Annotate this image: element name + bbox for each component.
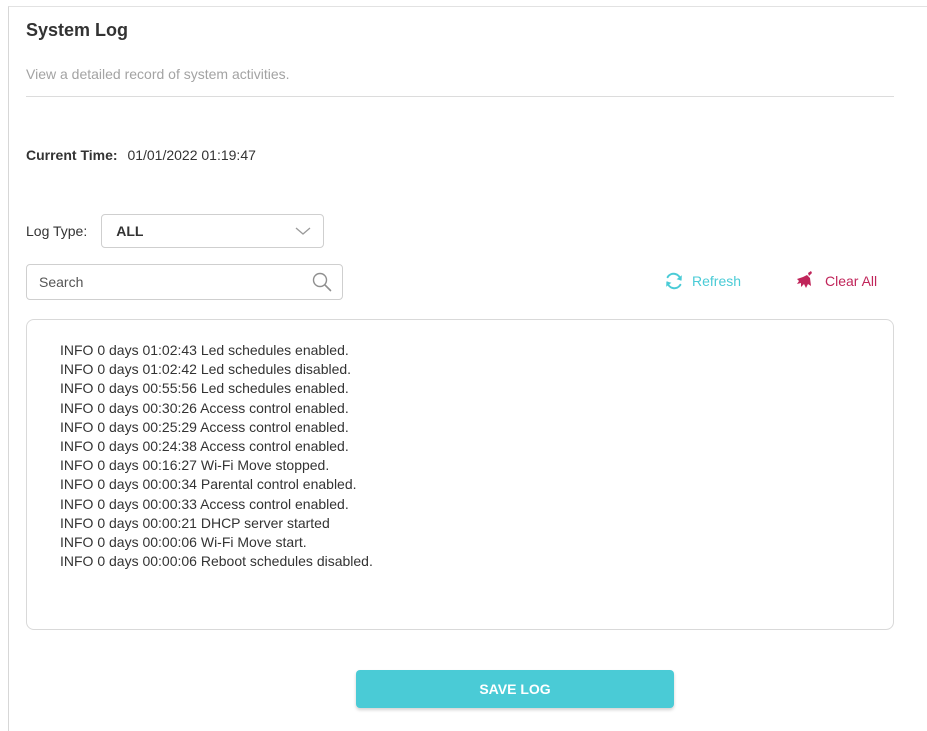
log-entry: INFO 0 days 00:00:06 Wi-Fi Move start. — [60, 534, 307, 551]
refresh-button[interactable]: Refresh — [664, 270, 741, 292]
header-divider — [26, 96, 894, 97]
log-type-row: Log Type: ALL — [26, 213, 325, 249]
log-entry: INFO 0 days 00:30:26 Access control enab… — [60, 399, 349, 416]
clear-all-label: Clear All — [825, 273, 878, 289]
log-entry: INFO 0 days 00:00:21 DHCP server started — [60, 514, 330, 531]
page-title: System Log — [26, 20, 129, 40]
log-entry: INFO 0 days 00:24:38 Access control enab… — [60, 438, 349, 455]
log-entry: INFO 0 days 00:25:29 Access control enab… — [60, 418, 349, 435]
refresh-label: Refresh — [692, 273, 742, 289]
clear-all-button[interactable]: Clear All — [795, 270, 877, 292]
log-entry: INFO 0 days 00:55:56 Led schedules enabl… — [60, 380, 349, 397]
log-entry: INFO 0 days 00:00:33 Access control enab… — [60, 495, 349, 512]
search-input[interactable] — [39, 274, 289, 290]
current-time-label: Current Time: — [26, 147, 118, 163]
log-type-selected-value: ALL — [116, 223, 144, 239]
broom-icon — [795, 270, 817, 292]
current-time-row: Current Time: 01/01/2022 01:19:47 — [26, 147, 256, 163]
current-time-value: 01/01/2022 01:19:47 — [127, 147, 256, 163]
chevron-down-icon — [295, 223, 311, 239]
search-box — [26, 264, 343, 300]
save-log-button[interactable]: SAVE LOG — [356, 670, 674, 708]
log-entry: INFO 0 days 00:16:27 Wi-Fi Move stopped. — [60, 457, 330, 474]
search-icon[interactable] — [312, 272, 332, 292]
log-list[interactable]: INFO 0 days 01:02:43 Led schedules enabl… — [26, 319, 894, 630]
log-entry: INFO 0 days 00:00:34 Parental control en… — [60, 476, 357, 493]
refresh-icon — [664, 272, 684, 290]
page-subtitle: View a detailed record of system activit… — [26, 66, 290, 82]
log-entry: INFO 0 days 00:00:06 Reboot schedules di… — [60, 553, 373, 570]
log-entry: INFO 0 days 01:02:42 Led schedules disab… — [60, 361, 352, 378]
log-type-label: Log Type: — [26, 223, 88, 239]
log-entry: INFO 0 days 01:02:43 Led schedules enabl… — [60, 342, 349, 358]
log-type-select[interactable]: ALL — [101, 214, 325, 248]
